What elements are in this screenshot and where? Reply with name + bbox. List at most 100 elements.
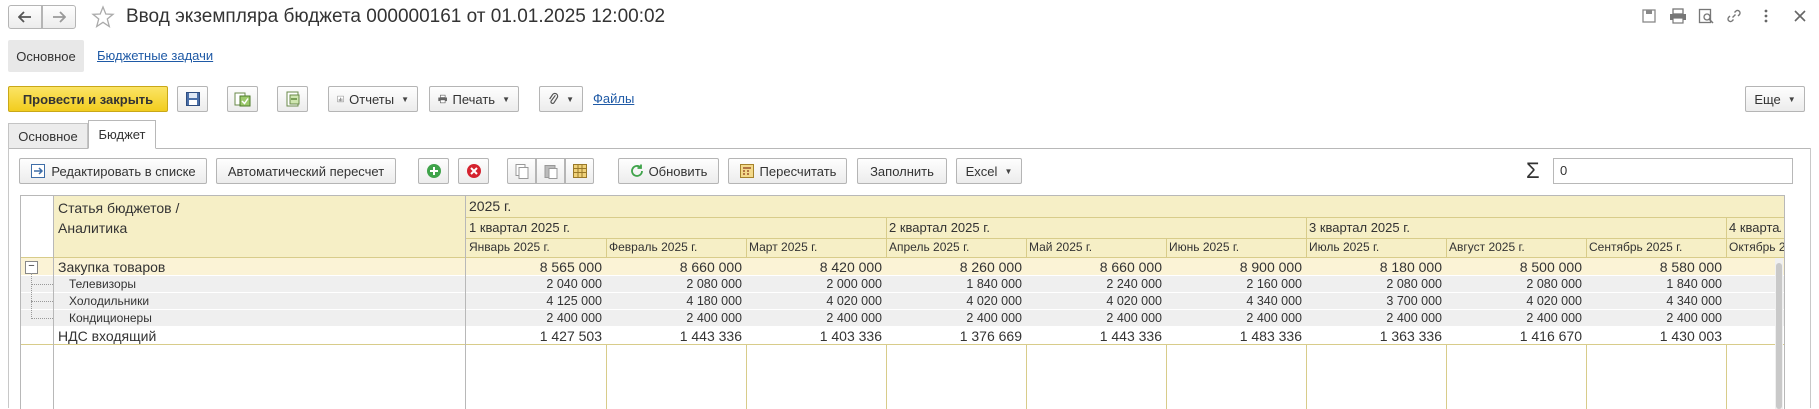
value-cell[interactable]: 8 420 000 [746,258,886,276]
delete-circle-icon [466,164,481,178]
forward-button[interactable] [42,5,76,29]
auto-recalc-button[interactable]: Автоматический пересчет [216,158,396,184]
value-cell[interactable]: 8 180 000 [1306,258,1446,276]
value-cell[interactable]: 8 660 000 [606,258,746,276]
edit-in-list-button[interactable]: Редактировать в списке [19,158,207,184]
preview-icon[interactable] [1698,8,1714,24]
calculator-icon [739,164,754,178]
fill-button[interactable]: Заполнить [857,158,947,184]
scrollbar-thumb[interactable] [1776,263,1782,409]
nav-budget-tasks-link[interactable]: Бюджетные задачи [97,48,213,63]
value-cell[interactable]: 1 840 000 [1586,276,1726,293]
post-button[interactable] [227,86,258,112]
paste-button[interactable] [536,158,565,184]
value-cell[interactable]: 2 400 000 [1586,310,1726,327]
reports-button[interactable]: Отчеты ▼ [328,86,418,112]
value-cell[interactable]: 8 565 000 [466,258,606,276]
value-cell[interactable]: 1 443 336 [606,327,746,345]
value-cell[interactable]: 2 400 000 [1306,310,1446,327]
link-icon[interactable] [1726,8,1742,24]
favorite-star-icon[interactable] [91,5,115,29]
save-button[interactable] [177,86,208,112]
value-cell[interactable]: 8 900 000 [1166,258,1306,276]
value-cell[interactable]: 2 160 000 [1166,276,1306,293]
delete-row-button[interactable] [458,158,489,184]
add-row-button[interactable] [418,158,449,184]
child-row[interactable]: Кондиционеры 2 400 000 2 400 000 2 400 000 2… [21,310,1784,327]
child-row[interactable]: Холодильники 4 125 000 4 180 000 4 020 000 4… [21,293,1784,310]
value-cell[interactable]: 1 427 503 [466,327,606,345]
recalculate-button[interactable]: Пересчитать [728,158,847,184]
value-cell[interactable]: 2 400 000 [886,310,1026,327]
value-cell[interactable]: 2 400 000 [1166,310,1306,327]
value-cell[interactable]: 1 403 336 [746,327,886,345]
value-cell[interactable]: 1 443 336 [1026,327,1166,345]
value-cell[interactable]: 8 580 000 [1586,258,1726,276]
row-label: НДС входящий [58,328,157,344]
value-cell[interactable]: 8 500 000 [1446,258,1586,276]
post-and-close-button[interactable]: Провести и закрыть [8,86,168,112]
value-cell[interactable]: 2 240 000 [1026,276,1166,293]
grid-header-tree-corner [21,196,53,257]
budget-grid[interactable]: Статья бюджетов / Аналитика 2025 г. 1 кв… [20,195,1785,409]
chevron-down-icon: ▼ [1004,166,1013,176]
value-cell[interactable]: 4 020 000 [746,293,886,310]
value-cell[interactable]: 4 020 000 [886,293,1026,310]
copy-button[interactable] [507,158,536,184]
attachments-button[interactable]: ▼ [539,86,583,112]
value-cell[interactable]: 2 400 000 [746,310,886,327]
group-row[interactable]: Закупка товаров 8 565 000 8 660 000 8 420 0… [21,258,1784,276]
value-cell[interactable]: 4 340 000 [1586,293,1726,310]
chevron-down-icon: ▼ [566,94,574,104]
value-cell[interactable]: 3 700 000 [1306,293,1446,310]
fill-label: Заполнить [870,163,934,179]
more-vertical-icon[interactable] [1763,8,1769,24]
value-cell[interactable]: 2 080 000 [1446,276,1586,293]
excel-button[interactable]: Excel ▼ [956,158,1022,184]
save-icon[interactable] [1641,8,1657,24]
label-column-line [465,196,466,409]
value-cell[interactable]: 1 363 336 [1306,327,1446,345]
value-cell[interactable]: 2 080 000 [606,276,746,293]
chevron-down-icon: ▼ [1787,94,1796,104]
print-button[interactable]: Печать ▼ [429,86,519,112]
value-cell[interactable]: 4 180 000 [606,293,746,310]
value-cell[interactable]: 1 840 000 [886,276,1026,293]
print-label: Печать [452,91,496,107]
value-cell[interactable]: 8 260 000 [886,258,1026,276]
print-icon[interactable] [1669,8,1687,24]
value-cell[interactable]: 2 400 000 [606,310,746,327]
refresh-label: Обновить [648,163,708,179]
value-cell[interactable]: 4 020 000 [1446,293,1586,310]
value-cell[interactable]: 4 340 000 [1166,293,1306,310]
value-cell[interactable]: 2 000 000 [746,276,886,293]
table-row[interactable]: НДС входящий 1 427 503 1 443 336 1 403 336 1… [21,327,1784,345]
value-cell[interactable]: 2 080 000 [1306,276,1446,293]
value-cell[interactable]: 1 416 670 [1446,327,1586,345]
close-icon[interactable] [1793,9,1807,23]
value-cell[interactable]: 8 660 000 [1026,258,1166,276]
value-cell[interactable]: 2 400 000 [466,310,606,327]
edit-in-list-label: Редактировать в списке [51,163,196,179]
month-header: Июнь 2025 г. [1169,240,1240,254]
value-cell[interactable]: 4 125 000 [466,293,606,310]
refresh-button[interactable]: Обновить [618,158,719,184]
back-button[interactable] [8,5,42,29]
tab-main[interactable]: Основное [8,123,88,148]
table-settings-button[interactable] [565,158,594,184]
value-cell[interactable]: 1 430 003 [1586,327,1726,345]
value-cell[interactable]: 1 376 669 [886,327,1026,345]
nav-main-active[interactable]: Основное [8,40,84,72]
value-cell[interactable]: 2 040 000 [466,276,606,293]
value-cell[interactable]: 2 400 000 [1026,310,1166,327]
value-cell[interactable]: 2 400 000 [1446,310,1586,327]
edit-list-icon [31,164,46,178]
vertical-scrollbar[interactable] [1775,258,1783,409]
more-button[interactable]: Еще ▼ [1745,86,1805,112]
child-row[interactable]: Телевизоры 2 040 000 2 080 000 2 000 000 1 8… [21,276,1784,293]
value-cell[interactable]: 4 020 000 [1026,293,1166,310]
files-link[interactable]: Файлы [593,91,634,106]
value-cell[interactable]: 1 483 336 [1166,327,1306,345]
cancel-posting-button[interactable] [277,86,308,112]
tab-budget[interactable]: Бюджет [88,120,156,149]
